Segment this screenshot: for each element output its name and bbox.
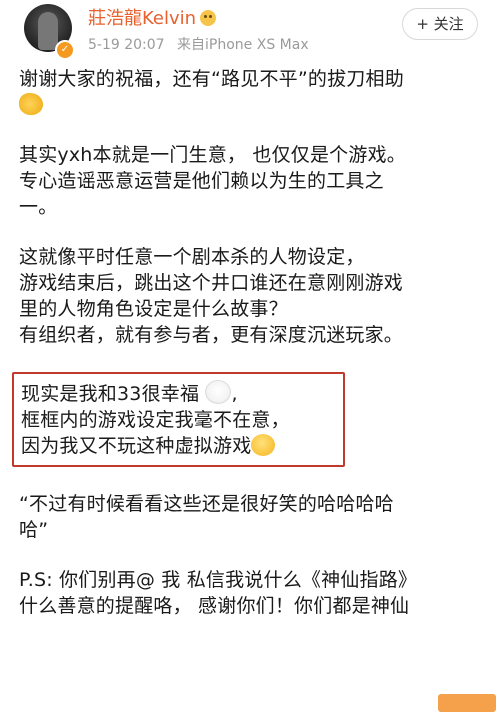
text-line: 有组织者，就有参与者，更有深度沉迷玩家。 [19, 324, 404, 346]
paragraph-script-game: 这就像平时任意一个剧本杀的人物设定， 游戏结束后，跳出这个井口谁还在意刚刚游戏 … [19, 244, 489, 348]
paragraph-quote: “不过有时候看看这些还是很好笑的哈哈哈哈 哈” [19, 491, 489, 543]
post-meta: 5-19 20:07 来自iPhone XS Max [88, 34, 317, 54]
watermark-logo [438, 694, 496, 712]
text-line: 一。 [19, 196, 58, 218]
text-line: 其实yxh本就是一门生意， 也仅仅是个游戏。 [19, 144, 406, 166]
highlighted-text-box: 现实是我和33很幸福 , 框框内的游戏设定我毫不在意， 因为我又不玩这种虚拟游戏 [12, 372, 345, 467]
text-line: 这就像平时任意一个剧本杀的人物设定， [19, 246, 365, 268]
text-line: 因为我又不玩这种虚拟游戏 [21, 433, 343, 459]
text-line: 谢谢大家的祝福，还有“路见不平”的拔刀相助 [19, 68, 404, 90]
smiling-face-emoji-icon [251, 434, 276, 456]
paragraph-thanks: 谢谢大家的祝福，还有“路见不平”的拔刀相助 [19, 66, 489, 118]
text-line: 里的人物角色设定是什么故事？ [19, 298, 288, 320]
paragraph-business: 其实yxh本就是一门生意， 也仅仅是个游戏。 专心造谣恶意运营是他们赖以为生的工… [19, 142, 489, 220]
text-line [19, 92, 489, 118]
text-line: 游戏结束后，跳出这个井口谁还在意刚刚游戏 [19, 272, 404, 294]
text-line: 框框内的游戏设定我毫不在意， [21, 409, 290, 431]
text-line: 什么善意的提醒咯， 感谢你们！你们都是神仙 [19, 595, 410, 617]
post-header: ✓ 莊浩龍Kelvin 5-19 20:07 来自iPhone XS Max +… [0, 0, 500, 62]
author-name-text[interactable]: 莊浩龍Kelvin [88, 8, 196, 29]
text-line-content: 因为我又不玩这种虚拟游戏 [21, 435, 252, 457]
text-line: “不过有时候看看这些还是很好笑的哈哈哈哈 [19, 493, 394, 515]
text-line: 专心造谣恶意运营是他们赖以为生的工具之 [19, 170, 384, 192]
text-line: 现实是我和33很幸福 , [21, 380, 343, 407]
praying-hands-emoji-icon [205, 380, 232, 404]
text-line-content: 现实是我和33很幸福 [21, 383, 200, 405]
vip-badge-icon [200, 10, 217, 26]
text-line: 哈” [19, 519, 49, 541]
post-body: 谢谢大家的祝福，还有“路见不平”的拔刀相助 其实yxh本就是一门生意， 也仅仅是… [12, 66, 489, 619]
follow-button[interactable]: + 关注 [402, 8, 478, 40]
author-name[interactable]: 莊浩龍Kelvin [88, 4, 217, 30]
verified-badge-icon: ✓ [55, 40, 75, 60]
post-date: 5-19 20:07 [88, 37, 165, 53]
text-line: P.S: 你们别再@ 我 私信我说什么《神仙指路》 [19, 569, 418, 591]
post-source: 来自iPhone XS Max [177, 37, 309, 53]
handshake-emoji-icon [19, 93, 43, 115]
avatar-figure [38, 12, 58, 50]
paragraph-ps: P.S: 你们别再@ 我 私信我说什么《神仙指路》 什么善意的提醒咯， 感谢你们… [19, 567, 489, 619]
